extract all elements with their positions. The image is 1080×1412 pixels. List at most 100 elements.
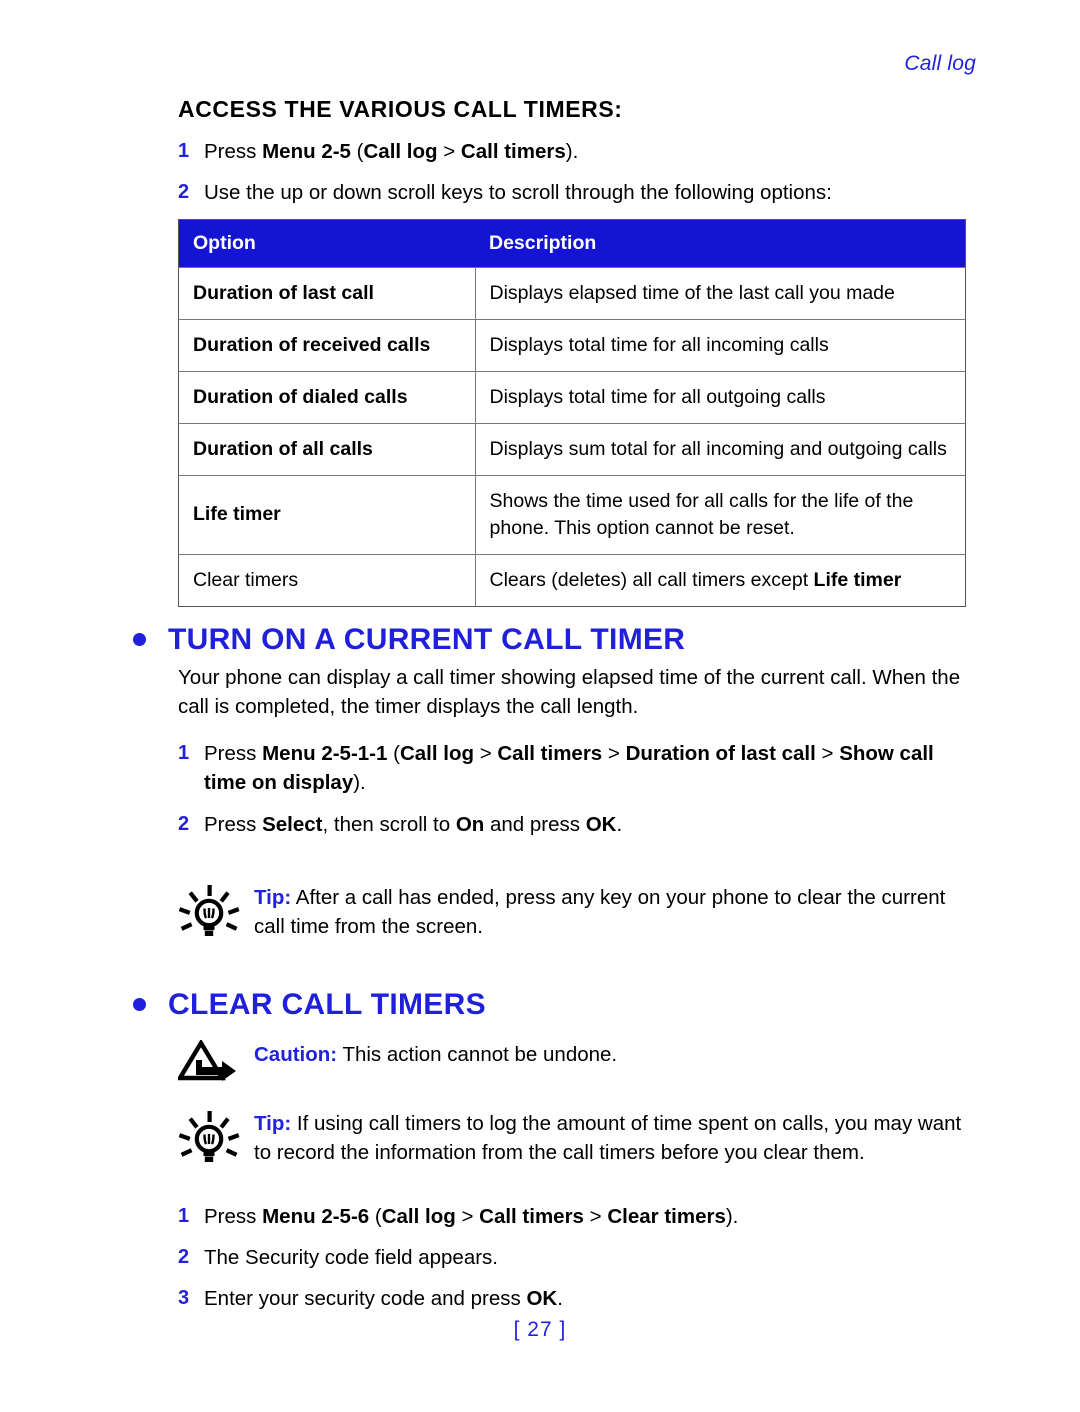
table-row: Life timer Shows the time used for all ca… <box>178 474 966 555</box>
plain-text: > <box>455 1205 480 1229</box>
tip-text: After a call has ended, press any key on… <box>254 885 946 938</box>
plain-text: Clears (deletes) all call timers except <box>489 568 814 591</box>
lightbulb-icon <box>178 1107 254 1172</box>
plain-text: Press <box>204 742 263 766</box>
lightbulb-icon <box>178 881 254 946</box>
emphasis-text: Call log <box>381 1205 456 1229</box>
emphasis-text: Call timers <box>479 1205 584 1229</box>
emphasis-text: Call log <box>363 140 438 163</box>
emphasis-text: On <box>455 812 485 836</box>
table-header-row: Option Description <box>178 219 966 268</box>
step-text: The Security code field appears. <box>204 1243 978 1272</box>
section-heading-access-call-timers: ACCESS THE VARIOUS CALL TIMERS: <box>178 96 623 122</box>
running-header-call-log: Call log <box>904 52 976 75</box>
steps-list-turn-on: 1 Press Menu 2-5-1-1 (Call log > Call tim… <box>178 739 978 838</box>
cell-option: Duration of all calls <box>178 422 476 476</box>
plain-text: Press <box>204 1205 263 1229</box>
column-header-option: Option <box>178 219 475 268</box>
emphasis-text: Call timers <box>460 140 566 163</box>
steps-list-clear: 1 Press Menu 2-5-6 (Call log > Call timer… <box>178 1202 978 1313</box>
numbered-step: 2 Use the up or down scroll keys to scrol… <box>178 178 978 207</box>
plain-text: Displays total time for all outgoing cal… <box>489 386 826 409</box>
table-row: Duration of dialed calls Displays total t… <box>178 371 966 424</box>
numbered-step: 2 The Security code field appears. <box>178 1243 978 1272</box>
section-heading-turn-on-call-timer: TURN ON A CURRENT CALL TIMER <box>168 622 686 656</box>
emphasis-text: OK <box>526 1287 558 1311</box>
plain-text: Displays sum total for all incoming and … <box>489 437 947 460</box>
heading-row-turn-on-call-timer: TURN ON A CURRENT CALL TIMER <box>133 623 978 658</box>
cell-description: Displays elapsed time of the last call y… <box>475 267 966 320</box>
caution-note-body: Caution: This action cannot be undone. <box>254 1038 978 1069</box>
tip-note-body: Tip: After a call has ended, press any k… <box>254 881 978 941</box>
table-row: Duration of all calls Displays sum total … <box>178 422 966 476</box>
caution-text: This action cannot be undone. <box>337 1043 618 1067</box>
tip-label: Tip: <box>254 885 292 909</box>
caution-note: Caution: This action cannot be undone. <box>176 1038 978 1091</box>
step-number: 2 <box>178 181 190 204</box>
plain-text: > <box>437 140 461 163</box>
document-page: Call log ACCESS THE VARIOUS CALL TIMERS:… <box>0 0 1080 1412</box>
emphasis-text: Menu 2-5-1-1 <box>262 742 388 766</box>
plain-text: and press <box>484 812 586 836</box>
plain-text: The Security code field appears. <box>204 1246 498 1270</box>
cell-description: Shows the time used for all calls for th… <box>475 474 966 555</box>
step-text: Press Menu 2-5-1-1 (Call log > Call time… <box>204 739 978 797</box>
plain-text: > <box>474 742 498 766</box>
step-number: 1 <box>178 742 190 765</box>
plain-text: Use the up or down scroll keys to scroll… <box>204 181 832 205</box>
numbered-step: 3 Enter your security code and press OK. <box>178 1284 978 1313</box>
tip-note-body: Tip: If using call timers to log the amo… <box>254 1107 978 1167</box>
emphasis-text: Duration of last call <box>625 742 816 766</box>
column-header-description: Description <box>475 219 966 268</box>
emphasis-text: Call log <box>399 742 474 766</box>
plain-text: ( <box>387 742 400 766</box>
step-number: 1 <box>178 140 190 162</box>
bullet-icon <box>133 633 146 647</box>
table-head: Option Description <box>178 219 966 268</box>
plain-text: > <box>583 1205 608 1229</box>
bullet-icon <box>133 998 146 1012</box>
call-timer-options-table: Option Description Duration of last call… <box>178 219 966 607</box>
step-number: 3 <box>178 1287 190 1310</box>
cell-description: Displays sum total for all incoming and … <box>475 422 966 476</box>
page-content: ACCESS THE VARIOUS CALL TIMERS: 1 Press M… <box>133 96 978 1325</box>
cell-option: Duration of last call <box>178 267 476 320</box>
paragraph-turn-on-call-timer: Your phone can display a call timer show… <box>178 666 961 719</box>
step-text: Press Menu 2-5-6 (Call log > Call timers… <box>204 1202 978 1231</box>
emphasis-text: Life timer <box>813 568 902 591</box>
plain-text: . <box>616 812 623 836</box>
numbered-step: 1 Press Menu 2-5-6 (Call log > Call timer… <box>178 1202 978 1231</box>
emphasis-text: Menu 2-5 <box>262 140 351 163</box>
plain-text: ). <box>353 771 366 795</box>
step-text: Press Select, then scroll to On and pres… <box>204 810 978 839</box>
cell-option: Duration of dialed calls <box>178 371 476 424</box>
cell-description: Displays total time for all incoming cal… <box>475 319 966 372</box>
table-row: Duration of last call Displays elapsed ti… <box>178 267 966 320</box>
plain-text: ). <box>565 140 579 163</box>
numbered-step: 1 Press Menu 2-5 (Call log > Call timers)… <box>178 137 978 166</box>
numbered-step: 2 Press Select, then scroll to On and pre… <box>178 810 978 839</box>
plain-text: > <box>815 742 840 766</box>
numbered-step: 1 Press Menu 2-5-1-1 (Call log > Call tim… <box>178 739 978 797</box>
cell-description: Clears (deletes) all call timers except … <box>475 553 966 607</box>
emphasis-text: Menu 2-5-6 <box>262 1205 370 1229</box>
table-body: Duration of last call Displays elapsed ti… <box>178 267 966 607</box>
emphasis-text: OK <box>585 812 617 836</box>
cell-description: Displays total time for all outgoing cal… <box>475 371 966 424</box>
table-row: Duration of received calls Displays total… <box>178 319 966 372</box>
plain-text: Enter your security code and press <box>204 1287 527 1311</box>
step-text: Enter your security code and press OK. <box>204 1284 978 1313</box>
emphasis-text: Clear timers <box>607 1205 726 1229</box>
tip-text: If using call timers to log the amount o… <box>254 1112 962 1165</box>
step-number: 2 <box>178 1246 190 1269</box>
tip-note-clear: Tip: If using call timers to log the amo… <box>178 1107 978 1172</box>
plain-text: Shows the time used for all calls for th… <box>489 489 914 539</box>
table-row: Clear timers Clears (deletes) all call ti… <box>178 553 966 607</box>
caution-triangle-arrow-icon <box>176 1038 254 1091</box>
plain-text: . <box>557 1287 563 1311</box>
plain-text: Press <box>204 812 263 836</box>
plain-text: , then scroll to <box>322 812 456 836</box>
plain-text: ( <box>369 1205 382 1229</box>
plain-text: Displays total time for all incoming cal… <box>489 334 829 357</box>
heading-row-clear-call-timers: CLEAR CALL TIMERS <box>133 988 978 1023</box>
